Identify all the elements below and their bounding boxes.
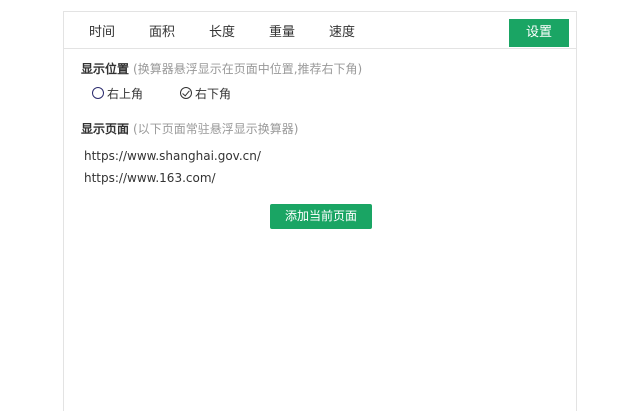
- converter-settings-panel: 时间 面积 长度 重量 速度 设置 显示位置 (换算器悬浮显示在页面中位置,推荐右…: [63, 11, 577, 411]
- radio-unchecked-icon[interactable]: [92, 87, 104, 99]
- pages-title: 显示页面: [81, 122, 130, 136]
- tab-length[interactable]: 长度: [209, 12, 235, 48]
- position-title: 显示位置: [81, 62, 130, 76]
- url-list-item: https://www.163.com/: [84, 171, 216, 185]
- add-current-page-button[interactable]: 添加当前页面: [270, 204, 372, 229]
- radio-bottom-right[interactable]: 右下角: [180, 85, 231, 101]
- radio-top-right-label: 右上角: [107, 86, 144, 101]
- radio-top-right[interactable]: 右上角: [92, 85, 143, 101]
- url-list-item: https://www.shanghai.gov.cn/: [84, 149, 261, 163]
- tab-area[interactable]: 面积: [149, 12, 175, 48]
- tab-weight[interactable]: 重量: [269, 12, 295, 48]
- position-hint: (换算器悬浮显示在页面中位置,推荐右下角): [133, 62, 363, 76]
- pages-section-title: 显示页面 (以下页面常驻悬浮显示换算器): [81, 120, 298, 137]
- radio-checked-icon[interactable]: [180, 87, 192, 99]
- pages-hint: (以下页面常驻悬浮显示换算器): [133, 122, 299, 136]
- radio-bottom-right-label: 右下角: [195, 86, 232, 101]
- tab-speed[interactable]: 速度: [329, 12, 355, 48]
- position-section-title: 显示位置 (换算器悬浮显示在页面中位置,推荐右下角): [81, 60, 362, 77]
- tab-time[interactable]: 时间: [89, 12, 115, 48]
- tab-bar: 时间 面积 长度 重量 速度 设置: [64, 12, 576, 49]
- settings-button[interactable]: 设置: [509, 19, 569, 47]
